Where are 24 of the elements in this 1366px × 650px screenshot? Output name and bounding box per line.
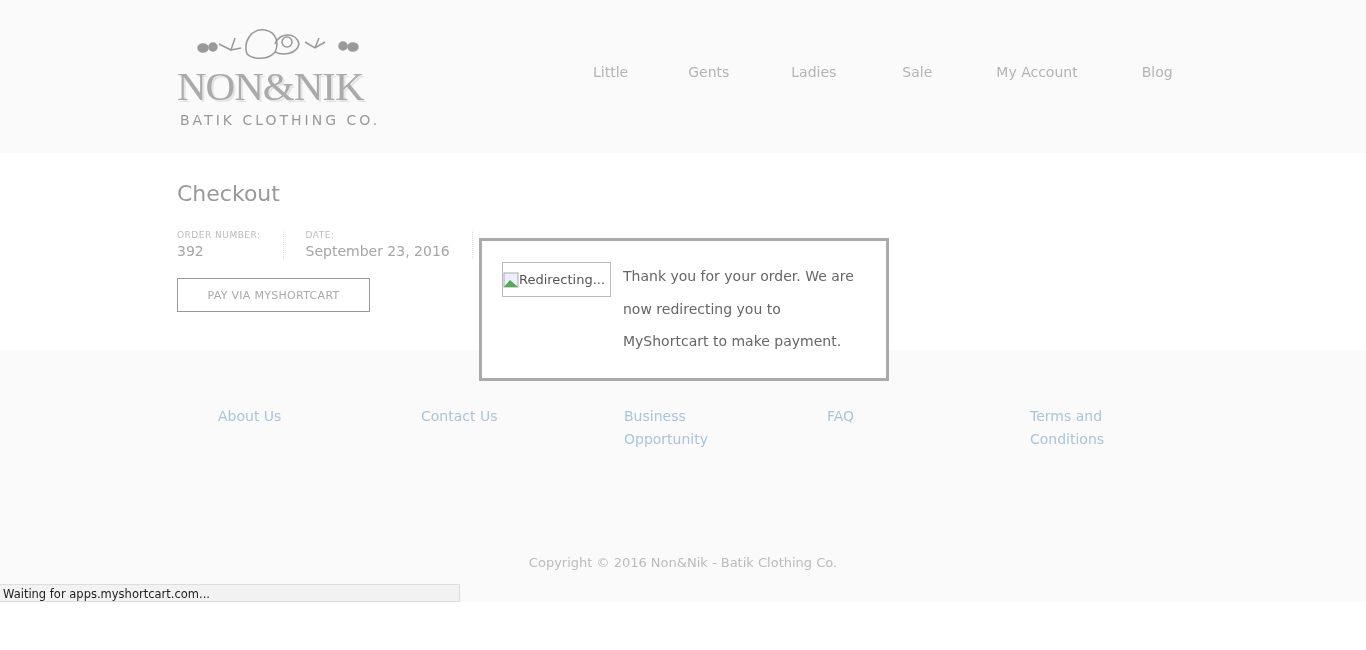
logo-wordmark: NON&NIK [177,66,364,106]
nav-link[interactable]: My Account [996,64,1078,128]
broken-image: Redirecting... [502,262,611,297]
nav-link[interactable]: Little [593,64,629,128]
status-text: Waiting for apps.myshortcart.com... [3,587,210,601]
footer-link[interactable]: Contact Us [421,405,498,428]
nav-link[interactable]: Blog [1141,64,1173,128]
broken-image-icon [503,271,519,288]
logo-tagline: BATIK CLOTHING CO. [179,112,381,128]
footer-link[interactable]: FAQ [827,405,855,428]
detail-value: September 23, 2016 [305,243,450,259]
nav-link[interactable]: Ladies [791,64,837,128]
detail-label: DATE: [305,230,336,240]
nav-link[interactable]: Gents [688,64,730,128]
nav-link[interactable]: Sale [902,64,933,128]
page-title: Checkout [177,180,281,208]
detail-value: 392 [177,243,205,259]
footer-link[interactable]: Business Opportunity [624,405,724,451]
copyright-text: Copyright © 2016 Non&Nik - Batik Clothing Co. [527,555,839,570]
pay-button[interactable]: PAY VIA MYSHORTCART [177,278,370,312]
footer-link[interactable]: About Us [218,405,282,428]
detail-label: ORDER NUMBER: [177,230,261,240]
footer-link[interactable]: Terms and Conditions [1030,405,1130,451]
redirect-message: Thank you for your order. We are now redirecting you to MyShortcart to make payment. [623,267,855,351]
